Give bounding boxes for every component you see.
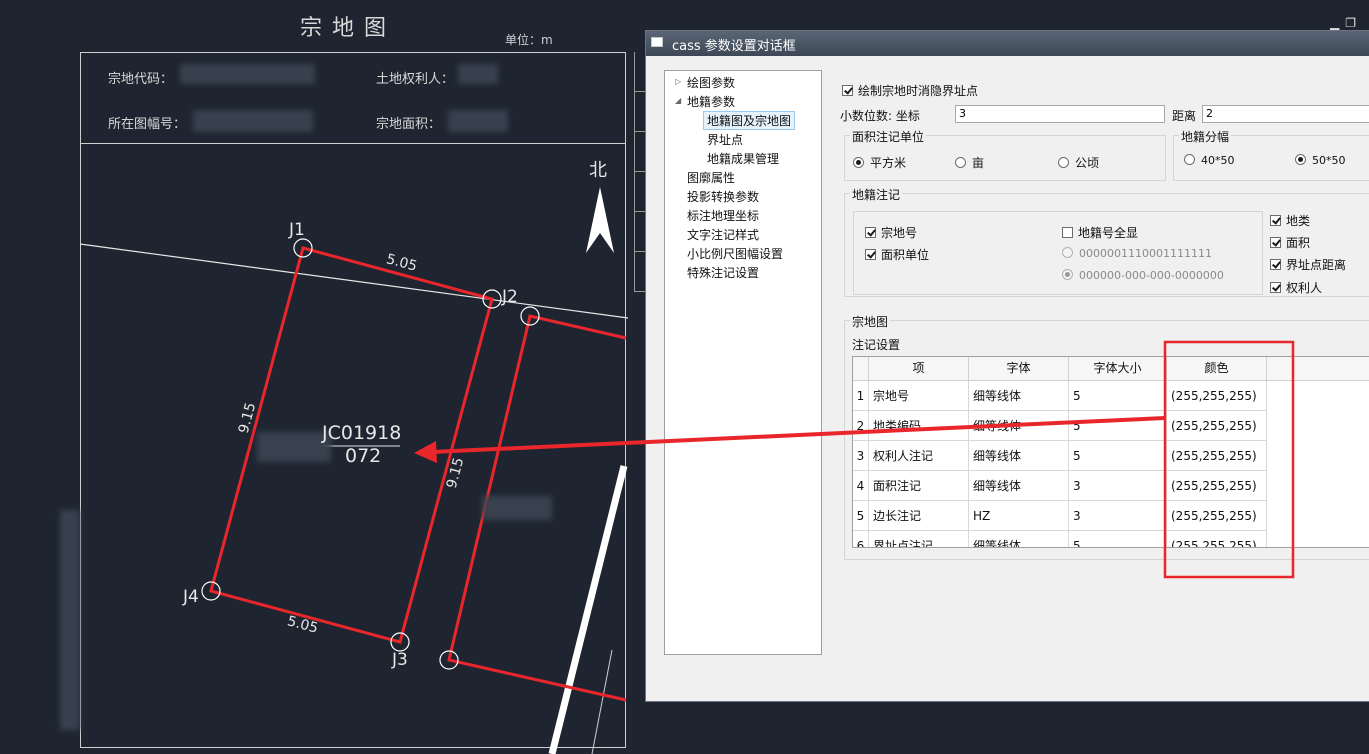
format-radio-2[interactable]: 000000-000-000-0000000: [1062, 269, 1224, 282]
table-row[interactable]: 2 地类编码 细等线体 5 (255,255,255): [853, 411, 1369, 441]
radio-icon[interactable]: [1058, 157, 1069, 168]
area-unit-group-label: 面积注记单位: [850, 128, 927, 145]
checkbox-icon[interactable]: [865, 249, 876, 260]
tree-item-projection[interactable]: 投影转换参数: [687, 188, 759, 205]
radio-icon[interactable]: [853, 157, 864, 168]
parcel-map-group-label: 宗地图: [850, 313, 891, 330]
minimize-icon[interactable]: ▁: [1330, 16, 1345, 30]
checkbox-icon[interactable]: [842, 85, 853, 96]
collapsed-arrow-icon[interactable]: ▷: [675, 77, 681, 86]
area-checkbox[interactable]: 面积: [1270, 234, 1310, 251]
format-radio-1[interactable]: 0000001110001111111: [1062, 247, 1212, 260]
radio-icon[interactable]: [955, 157, 966, 168]
tree-item-geo-coordinates[interactable]: 标注地理坐标: [687, 207, 759, 224]
restore-icon[interactable]: ❐: [1345, 16, 1362, 30]
boundary-distance-checkbox[interactable]: 界址点距离: [1270, 256, 1346, 273]
parcel-number: JC01918: [322, 422, 402, 444]
tree-item-special-annotation[interactable]: 特殊注记设置: [687, 264, 759, 281]
redacted-parcel-prefix: [257, 432, 331, 462]
road-white-band: [548, 465, 628, 754]
parcel-drawing: [79, 238, 629, 754]
land-class-checkbox[interactable]: 地类: [1270, 212, 1310, 229]
tree-item-cadastral-results[interactable]: 地籍成果管理: [707, 150, 779, 167]
parcel-class: 072: [345, 445, 382, 467]
north-arrow-icon: [586, 187, 614, 253]
owner-checkbox[interactable]: 权利人: [1270, 279, 1322, 296]
checkbox-icon[interactable]: [1270, 215, 1281, 226]
tree-item-text-style[interactable]: 文字注记样式: [687, 226, 759, 243]
tree-item-frame-attributes[interactable]: 图廓属性: [687, 169, 735, 186]
table-header-color[interactable]: 颜色: [1167, 357, 1267, 380]
table-row[interactable]: 4 面积注记 细等线体 3 (255,255,255): [853, 471, 1369, 501]
area-unit-checkbox[interactable]: 面积单位: [865, 246, 929, 263]
sheet-group-label: 地籍分幅: [1179, 128, 1232, 145]
tree-item-cadastral-map[interactable]: 地籍图及宗地图: [703, 111, 796, 130]
table-header-item[interactable]: 项: [869, 357, 969, 380]
radio-hectare[interactable]: 公顷: [1058, 154, 1099, 171]
parcel-no-checkbox[interactable]: 宗地号: [865, 224, 917, 241]
radio-icon[interactable]: [1062, 247, 1073, 258]
dialog-title: cass 参数设置对话框: [672, 39, 796, 54]
cad-drawing-area[interactable]: 宗地图 单位：m 宗地代码： 土地权利人： 所在图幅号： 宗地面积： J1 J2…: [0, 0, 648, 754]
radio-square-meter[interactable]: 平方米: [853, 154, 906, 171]
cass-settings-dialog: cass 参数设置对话框 ▷ 绘图参数 ◢ 地籍参数 地籍图及宗地图 界址点 地…: [645, 30, 1369, 702]
road-boundary-line: [79, 243, 629, 319]
window-icon: [651, 37, 663, 47]
decimals-label: 小数位数: 坐标: [840, 109, 920, 123]
table-header: 项 字体 字体大小 颜色: [853, 357, 1369, 381]
distance-label: 距离: [1172, 109, 1197, 123]
radio-mu[interactable]: 亩: [955, 154, 984, 171]
point-label-j2: J2: [502, 287, 518, 307]
point-label-j3: J3: [392, 650, 408, 670]
annotation-group-label: 地籍注记: [850, 186, 903, 203]
table-row[interactable]: 6 界址点注记 细等线体 5 (255,255,255): [853, 531, 1369, 547]
table-header-font[interactable]: 字体: [969, 357, 1069, 380]
tree-item-boundary-points[interactable]: 界址点: [707, 131, 743, 148]
checkbox-icon[interactable]: [1270, 237, 1281, 248]
checkbox-icon[interactable]: [1270, 259, 1281, 270]
settings-tree[interactable]: ▷ 绘图参数 ◢ 地籍参数 地籍图及宗地图 界址点 地籍成果管理 图廓属性 投影…: [664, 70, 822, 655]
coord-decimals-input[interactable]: 3: [955, 105, 1165, 123]
radio-sheet-40x50[interactable]: 40*50: [1184, 154, 1235, 167]
expanded-arrow-icon[interactable]: ◢: [675, 96, 681, 105]
tree-item-small-scale[interactable]: 小比例尺图幅设置: [687, 245, 783, 262]
table-header-index: [853, 357, 869, 380]
dialog-titlebar[interactable]: cass 参数设置对话框: [646, 31, 1369, 56]
annotation-settings-table[interactable]: 项 字体 字体大小 颜色 1 宗地号 细等线体 5 (255,255,255) …: [852, 356, 1369, 548]
redacted-neighbor-label: [482, 496, 552, 520]
tree-item-cadastral-params[interactable]: 地籍参数: [687, 93, 735, 110]
window-controls[interactable]: ▁❐: [1330, 16, 1362, 30]
table-header-font-size[interactable]: 字体大小: [1069, 357, 1167, 380]
checkbox-icon[interactable]: [1062, 227, 1073, 238]
north-label: 北: [589, 160, 607, 181]
remove-points-checkbox[interactable]: 绘制宗地时消隐界址点: [842, 82, 978, 99]
full-no-checkbox[interactable]: 地籍号全显: [1062, 224, 1138, 241]
checkbox-icon[interactable]: [1270, 282, 1281, 293]
radio-sheet-50x50[interactable]: 50*50: [1295, 154, 1346, 167]
distance-decimals-input[interactable]: 2: [1202, 105, 1369, 123]
annotation-settings-label: 注记设置: [852, 338, 901, 352]
redacted-side-text: [60, 510, 80, 730]
radio-icon[interactable]: [1184, 154, 1195, 165]
tree-item-drawing-params[interactable]: 绘图参数: [687, 74, 735, 91]
radio-icon[interactable]: [1295, 154, 1306, 165]
point-label-j1: J1: [289, 220, 305, 240]
table-row[interactable]: 5 边长注记 HZ 3 (255,255,255): [853, 501, 1369, 531]
point-label-j4: J4: [183, 587, 199, 607]
road-thin-line: [591, 649, 613, 754]
table-row[interactable]: 1 宗地号 细等线体 5 (255,255,255): [853, 381, 1369, 411]
table-row[interactable]: 3 权利人注记 细等线体 5 (255,255,255): [853, 441, 1369, 471]
checkbox-icon[interactable]: [865, 227, 876, 238]
radio-icon[interactable]: [1062, 269, 1073, 280]
